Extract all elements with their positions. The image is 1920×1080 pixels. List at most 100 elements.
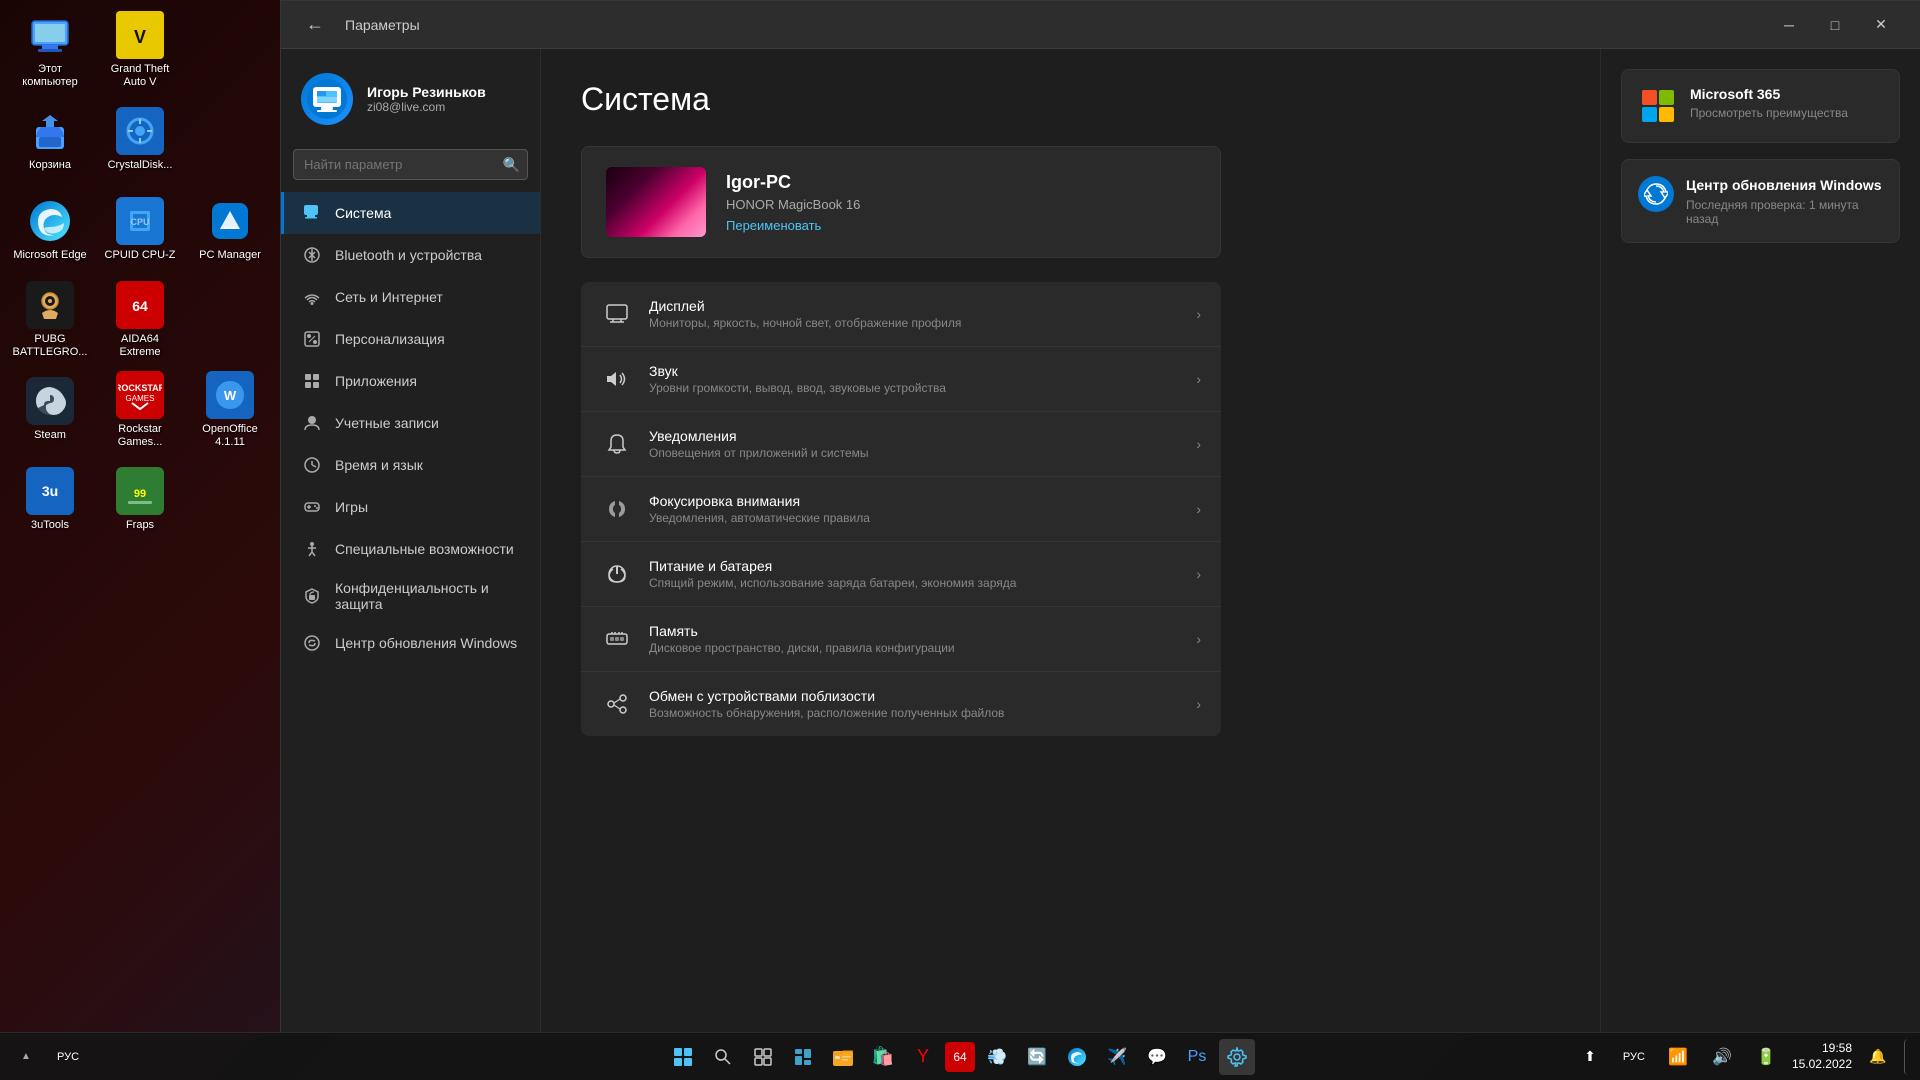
clock-date: 15.02.2022: [1792, 1057, 1852, 1073]
nav-icon-accounts: [301, 412, 323, 434]
settings-item-notifications[interactable]: Уведомления Оповещения от приложений и с…: [581, 412, 1221, 477]
settings-body: Игорь Резиньков zi08@live.com 🔍: [281, 49, 1920, 1032]
desktop-icon-cpuid[interactable]: CPU CPUID CPU-Z: [95, 185, 185, 275]
minimize-button[interactable]: ─: [1766, 9, 1812, 41]
settings-item-display[interactable]: Дисплей Мониторы, яркость, ночной свет, …: [581, 282, 1221, 347]
desktop-icon-this-pc[interactable]: Этот компьютер: [5, 5, 95, 95]
icon-label-pubg: PUBG BATTLEGRO...: [10, 333, 90, 359]
search-input[interactable]: [293, 149, 528, 180]
show-desktop[interactable]: [1904, 1039, 1912, 1075]
desktop-icon-3utools[interactable]: 3u 3uTools: [5, 455, 95, 545]
nav-label-accounts: Учетные записи: [335, 415, 439, 431]
nav-icon-time: [301, 454, 323, 476]
desktop-icon-edge[interactable]: Microsoft Edge: [5, 185, 95, 275]
taskbar-explorer[interactable]: [825, 1039, 861, 1075]
widgets-button[interactable]: [785, 1039, 821, 1075]
taskbar-whatsapp[interactable]: 💬: [1139, 1039, 1175, 1075]
svg-text:CPU: CPU: [130, 217, 149, 227]
user-profile[interactable]: Игорь Резиньков zi08@live.com: [281, 57, 540, 145]
device-name: Igor-PC: [726, 172, 860, 193]
notifications-text: Уведомления Оповещения от приложений и с…: [649, 428, 869, 460]
taskbar-steam-icon[interactable]: 💨: [979, 1039, 1015, 1075]
battery-icon[interactable]: 🔋: [1748, 1039, 1784, 1075]
taskbar-center: 🛍️ Y 64 💨 🔄 ✈️ 💬 Ps: [665, 1039, 1255, 1075]
user-info: Игорь Резиньков zi08@live.com: [367, 84, 486, 114]
lang-indicator[interactable]: РУС: [1616, 1039, 1652, 1075]
desktop-icon-empty3: [185, 275, 275, 365]
taskbar-settings-active[interactable]: [1219, 1039, 1255, 1075]
task-view-button[interactable]: [745, 1039, 781, 1075]
user-name: Игорь Резиньков: [367, 84, 486, 100]
ms365-card[interactable]: Microsoft 365 Просмотреть преимущества: [1621, 69, 1900, 143]
settings-item-memory-left: Память Дисковое пространство, диски, пра…: [601, 623, 955, 655]
notification-arrow[interactable]: ▲: [8, 1039, 44, 1075]
ms365-title: Microsoft 365: [1690, 86, 1848, 102]
nav-item-privacy[interactable]: Конфиденциальность и защита: [281, 570, 540, 622]
settings-content-area: Система Igor-PC HONOR MagicBook 16 Переи…: [541, 49, 1920, 1032]
nav-item-apps[interactable]: Приложения: [281, 360, 540, 402]
wifi-icon[interactable]: 📶: [1660, 1039, 1696, 1075]
device-rename-button[interactable]: Переименовать: [726, 218, 860, 233]
nav-label-bluetooth: Bluetooth и устройства: [335, 247, 482, 263]
desktop-icon-gta5[interactable]: V Grand Theft Auto V: [95, 5, 185, 95]
notifications-desc: Оповещения от приложений и системы: [649, 446, 869, 460]
desktop-icon-rockstar[interactable]: ROCKSTAR GAMES Rockstar Games...: [95, 365, 185, 455]
desktop-icon-recycle[interactable]: Корзина: [5, 95, 95, 185]
nav-item-network[interactable]: Сеть и Интернет: [281, 276, 540, 318]
desktop-icon-steam[interactable]: Steam: [5, 365, 95, 455]
focus-icon: [601, 493, 633, 525]
taskbar-yandex[interactable]: Y: [905, 1039, 941, 1075]
nav-icon-accessibility: [301, 538, 323, 560]
icon-label-openoffice: OpenOffice 4.1.11: [190, 423, 270, 449]
display-chevron: ›: [1196, 306, 1201, 322]
icon-label-edge: Microsoft Edge: [13, 249, 86, 262]
desktop-icon-crystaldisk[interactable]: CrystalDisk...: [95, 95, 185, 185]
nav-item-time[interactable]: Время и язык: [281, 444, 540, 486]
nav-item-accounts[interactable]: Учетные записи: [281, 402, 540, 444]
settings-item-sound[interactable]: Звук Уровни громкости, вывод, ввод, звук…: [581, 347, 1221, 412]
power-icon: [601, 558, 633, 590]
taskbar-store[interactable]: 🛍️: [865, 1039, 901, 1075]
settings-window: ← Параметры ─ □ ✕: [280, 0, 1920, 1032]
window-controls: ─ □ ✕: [1766, 9, 1904, 41]
taskbar: ▲ РУС: [0, 1032, 1920, 1080]
settings-item-nearby[interactable]: Обмен с устройствами поблизости Возможно…: [581, 672, 1221, 736]
notification-icon[interactable]: ⬆: [1572, 1039, 1608, 1075]
taskbar-aida[interactable]: 64: [945, 1042, 975, 1072]
nav-item-personalization[interactable]: Персонализация: [281, 318, 540, 360]
nav-item-gaming[interactable]: Игры: [281, 486, 540, 528]
settings-item-focus[interactable]: Фокусировка внимания Уведомления, автома…: [581, 477, 1221, 542]
update-card[interactable]: Центр обновления Windows Последняя прове…: [1621, 159, 1900, 243]
icon-label-rockstar: Rockstar Games...: [100, 423, 180, 449]
settings-item-memory[interactable]: Память Дисковое пространство, диски, пра…: [581, 607, 1221, 672]
nav-item-accessibility[interactable]: Специальные возможности: [281, 528, 540, 570]
desktop-icon-pubg[interactable]: PUBG BATTLEGRO...: [5, 275, 95, 365]
desktop-icon-empty1: [185, 5, 275, 95]
taskbar-telegram[interactable]: ✈️: [1099, 1039, 1135, 1075]
settings-item-power[interactable]: Питание и батарея Спящий режим, использо…: [581, 542, 1221, 607]
sound-icon[interactable]: 🔊: [1704, 1039, 1740, 1075]
nav-icon-apps: [301, 370, 323, 392]
desktop-icons-grid: Этот компьютер V Grand Theft Auto V: [0, 0, 270, 750]
nav-item-system[interactable]: Система: [281, 192, 540, 234]
desktop-icon-openoffice[interactable]: W OpenOffice 4.1.11: [185, 365, 275, 455]
desktop-icon-pcmanager[interactable]: PC Manager: [185, 185, 275, 275]
back-button[interactable]: ←: [297, 7, 333, 43]
right-panel: Microsoft 365 Просмотреть преимущества: [1600, 49, 1920, 1032]
desktop-icon-aida64[interactable]: 64 AIDA64 Extreme: [95, 275, 185, 365]
desktop-icon-fraps[interactable]: 99 Fraps: [95, 455, 185, 545]
close-button[interactable]: ✕: [1858, 9, 1904, 41]
taskbar-search-button[interactable]: [705, 1039, 741, 1075]
maximize-button[interactable]: □: [1812, 9, 1858, 41]
time-date-block[interactable]: 19:58 15.02.2022: [1792, 1041, 1852, 1072]
display-title: Дисплей: [649, 298, 961, 314]
notification-bell[interactable]: 🔔: [1860, 1039, 1896, 1075]
sound-text: Звук Уровни громкости, вывод, ввод, звук…: [649, 363, 946, 395]
nav-item-bluetooth[interactable]: Bluetooth и устройства: [281, 234, 540, 276]
start-button[interactable]: [665, 1039, 701, 1075]
lang-btn[interactable]: РУС: [50, 1039, 86, 1075]
taskbar-refresh[interactable]: 🔄: [1019, 1039, 1055, 1075]
nav-item-updates[interactable]: Центр обновления Windows: [281, 622, 540, 664]
taskbar-ps[interactable]: Ps: [1179, 1039, 1215, 1075]
taskbar-edge-icon[interactable]: [1059, 1039, 1095, 1075]
